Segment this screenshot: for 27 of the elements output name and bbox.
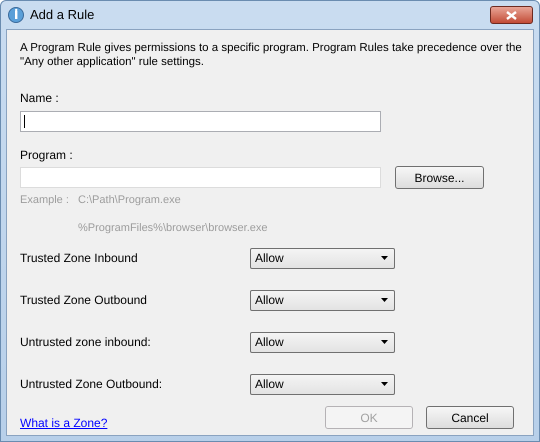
example-path: %ProgramFiles%\browser\browser.exe [78,222,268,234]
permission-dropdown[interactable]: Allow [250,332,395,352]
zone-label: Trusted Zone Inbound [20,250,139,267]
app-icon [8,7,24,23]
cancel-button[interactable]: Cancel [426,406,514,429]
dropdown-arrow-icon [381,340,388,344]
zone-label: Trusted Zone Outbound [20,292,148,309]
program-label: Program : [20,147,74,164]
browse-button[interactable]: Browse... [395,166,484,189]
permission-dropdown[interactable]: Allow [250,290,395,310]
dropdown-arrow-icon [381,382,388,386]
intro-text: A Program Rule gives permissions to a specific program. Program Rules take precedence over the "Any other application" rule settings. [20,41,523,69]
example-label: Example : [20,193,70,208]
example-path: C:\Path\Program.exe [78,193,181,208]
window-title: Add a Rule [30,6,94,24]
close-button[interactable] [490,6,533,24]
dropdown-arrow-icon [381,256,388,260]
name-field[interactable] [20,111,381,132]
permission-dropdown[interactable]: Allow [250,374,395,394]
name-label: Name : [20,90,60,107]
dropdown-arrow-icon [381,298,388,302]
program-field[interactable] [20,167,381,188]
zone-label: Untrusted zone inbound: [20,334,152,351]
help-link[interactable]: What is a Zone? [20,414,108,432]
zone-label: Untrusted Zone Outbound: [20,376,164,393]
close-icon [506,10,517,20]
permission-dropdown[interactable]: Allow [250,248,395,268]
